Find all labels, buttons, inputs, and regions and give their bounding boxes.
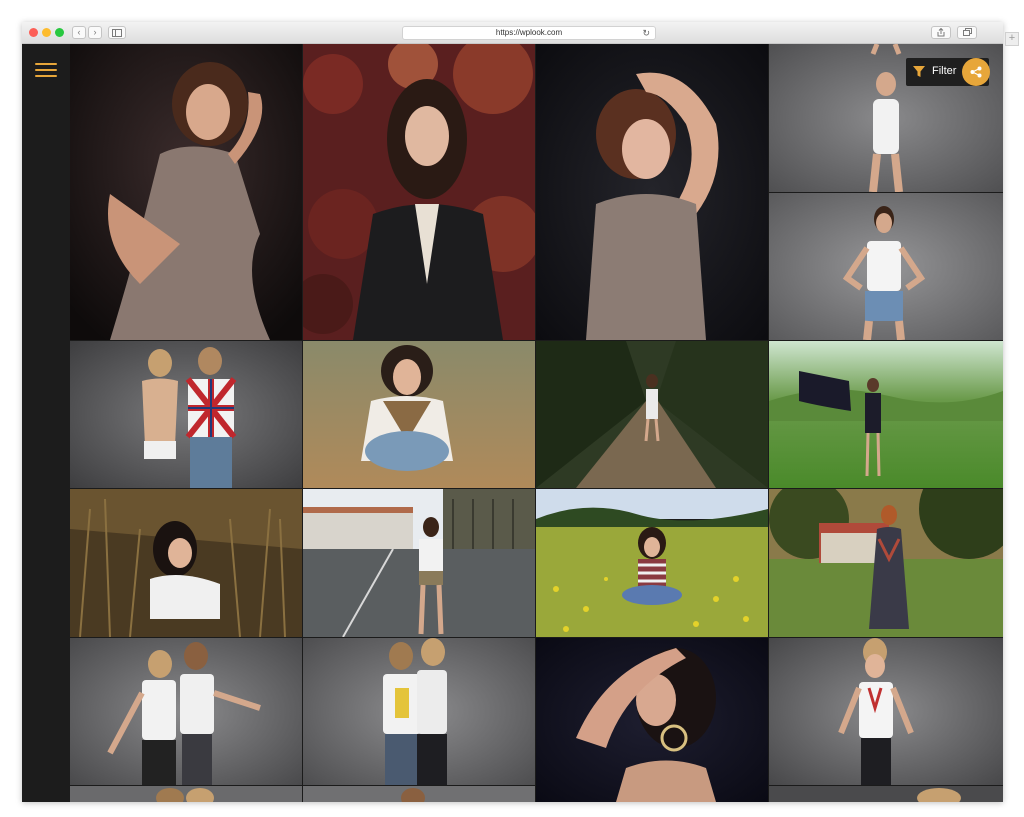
gallery-photo[interactable]: [70, 638, 302, 785]
browser-window: ‹ › https://wplook.com ↻ Filter: [22, 22, 1003, 802]
filter-toolbar: Filter: [906, 58, 990, 86]
gallery-photo[interactable]: [70, 489, 302, 637]
filter-funnel-icon[interactable]: [913, 66, 925, 78]
gallery-photo[interactable]: [769, 786, 1003, 802]
filter-button-label[interactable]: Filter: [932, 65, 956, 77]
reload-icon[interactable]: ↻: [642, 27, 650, 39]
tabs-icon: [962, 28, 972, 36]
gallery-photo[interactable]: [303, 44, 535, 340]
gallery-photo[interactable]: [303, 638, 535, 785]
gallery-photo[interactable]: [536, 44, 768, 340]
photo-gallery: [70, 44, 1003, 802]
sidebar-toggle-button[interactable]: [108, 26, 126, 39]
back-button[interactable]: ‹: [72, 26, 86, 39]
sidebar-icon: [112, 29, 122, 37]
browser-titlebar: ‹ › https://wplook.com ↻: [22, 22, 1003, 44]
share-page-button[interactable]: [931, 26, 951, 39]
gallery-photo[interactable]: [769, 341, 1003, 488]
share-button[interactable]: [962, 58, 990, 86]
share-icon: [970, 66, 982, 78]
gallery-photo[interactable]: [536, 341, 768, 488]
forward-button[interactable]: ›: [88, 26, 102, 39]
gallery-photo[interactable]: [303, 786, 535, 802]
show-tabs-button[interactable]: [957, 26, 977, 39]
url-text: https://wplook.com: [495, 28, 563, 37]
gallery-photo[interactable]: [70, 341, 302, 488]
new-tab-button[interactable]: +: [1005, 32, 1019, 46]
gallery-photo[interactable]: [536, 638, 768, 802]
gallery-photo[interactable]: [70, 786, 302, 802]
minimize-window-button[interactable]: [42, 28, 51, 37]
address-bar[interactable]: https://wplook.com ↻: [402, 26, 656, 40]
gallery-photo[interactable]: [536, 489, 768, 637]
share-page-icon: [937, 27, 945, 37]
gallery-photo[interactable]: [769, 489, 1003, 637]
gallery-photo[interactable]: [769, 193, 1003, 340]
gallery-photo[interactable]: [303, 341, 535, 488]
gallery-photo[interactable]: [70, 44, 302, 340]
site-sidebar: [22, 44, 70, 802]
close-window-button[interactable]: [29, 28, 38, 37]
hamburger-menu-icon[interactable]: [35, 63, 57, 79]
zoom-window-button[interactable]: [55, 28, 64, 37]
gallery-photo[interactable]: [303, 489, 535, 637]
gallery-photo[interactable]: [769, 638, 1003, 785]
